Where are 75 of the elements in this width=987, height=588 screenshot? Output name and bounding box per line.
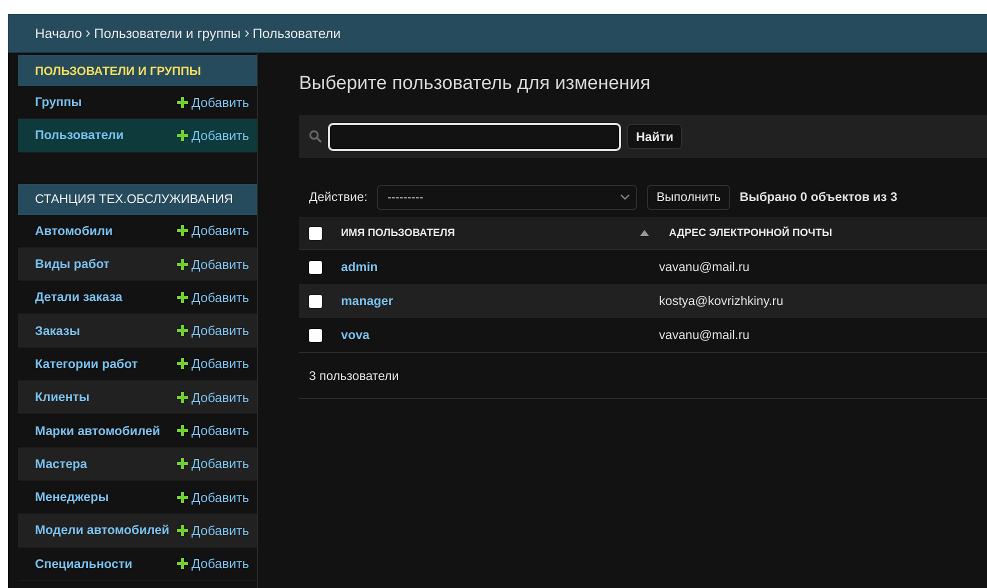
sidebar-link[interactable]: Клиенты	[35, 390, 90, 404]
search-field[interactable]	[328, 122, 621, 150]
sidebar-item[interactable]: Мастера Добавить	[18, 448, 257, 481]
sidebar-link[interactable]: Менеджеры	[35, 490, 109, 504]
plus-icon	[176, 458, 188, 470]
plus-icon	[176, 524, 188, 536]
plus-icon	[176, 492, 188, 503]
search-icon	[309, 130, 322, 143]
sidebar-link[interactable]: Специальности	[35, 556, 132, 571]
sidebar-link[interactable]: Пользователи	[35, 128, 124, 142]
sidebar-item[interactable]: Автомобили Добавить	[18, 214, 257, 248]
sidebar-link[interactable]: Модели автомобилей	[35, 523, 170, 538]
sidebar-item[interactable]: Виды работ Добавить	[18, 248, 257, 282]
add-link[interactable]: Добавить	[176, 522, 249, 538]
email-cell: kostya@kovrizhkiny.ru	[659, 294, 784, 308]
add-link[interactable]: Добавить	[176, 323, 249, 338]
action-label: Действие:	[309, 190, 368, 204]
breadcrumb-link[interactable]: Начало	[35, 26, 82, 40]
search-button[interactable]: Найти	[627, 124, 682, 149]
selection-counter: Выбрано 0 объектов из 3	[740, 190, 898, 204]
plus-icon	[176, 130, 188, 141]
add-link[interactable]: Добавить	[176, 223, 249, 238]
sort-ascending-icon[interactable]	[640, 230, 649, 236]
sidebar-link[interactable]: Детали заказа	[35, 290, 122, 304]
username-link[interactable]: vova	[341, 328, 370, 342]
result-count: 3 пользователи	[309, 368, 399, 382]
add-link[interactable]: Добавить	[176, 356, 249, 372]
plus-icon	[176, 258, 188, 270]
sidebar-link[interactable]: Автомобили	[35, 224, 113, 238]
plus-icon	[176, 392, 188, 403]
plus-icon	[176, 358, 188, 370]
checkbox[interactable]	[308, 226, 322, 240]
add-link[interactable]: Добавить	[176, 128, 249, 143]
add-link[interactable]: Добавить	[176, 556, 249, 572]
sidebar-item[interactable]: Модели автомобилей Добавить	[18, 514, 257, 548]
plus-icon	[176, 292, 188, 303]
add-link[interactable]: Добавить	[176, 390, 249, 405]
username-link[interactable]: admin	[341, 260, 378, 274]
plus-icon	[176, 96, 188, 108]
run-button[interactable]: Выполнить	[647, 184, 730, 210]
sidebar-section-title[interactable]: ПОЛЬЗОВАТЕЛИ И ГРУППЫ	[18, 55, 257, 86]
column-header[interactable]: ИМЯ ПОЛЬЗОВАТЕЛЯ	[331, 217, 659, 249]
sidebar-item[interactable]: Специальности Добавить	[18, 548, 257, 581]
chevron-right-icon	[244, 30, 249, 36]
add-link[interactable]: Добавить	[176, 456, 249, 472]
plus-icon	[176, 425, 188, 436]
action-select[interactable]: ---------	[377, 184, 638, 210]
add-link[interactable]: Добавить	[176, 423, 249, 438]
sidebar-section-title[interactable]: СТАНЦИЯ ТЕХ.ОБСЛУЖИВАНИЯ	[18, 184, 257, 215]
sidebar-item[interactable]: Пользователи Добавить	[18, 119, 257, 153]
plus-icon	[176, 225, 188, 236]
add-link[interactable]: Добавить	[176, 256, 249, 272]
checkbox[interactable]	[308, 328, 322, 342]
checkbox[interactable]	[308, 294, 322, 308]
sidebar-link[interactable]: Марки автомобилей	[35, 424, 160, 438]
email-cell: vavanu@mail.ru	[659, 260, 750, 274]
sidebar-link[interactable]: Виды работ	[35, 257, 110, 272]
checkbox[interactable]	[308, 260, 322, 274]
sidebar-item[interactable]: Клиенты Добавить	[18, 381, 257, 414]
sidebar-link[interactable]: Категории работ	[35, 356, 138, 371]
username-link[interactable]: manager	[341, 294, 394, 308]
sidebar-link[interactable]: Мастера	[35, 456, 88, 471]
add-link[interactable]: Добавить	[176, 490, 249, 505]
add-link[interactable]: Добавить	[176, 290, 249, 305]
add-link[interactable]: Добавить	[176, 94, 249, 110]
sidebar-item[interactable]: Заказы Добавить	[18, 314, 257, 348]
email-cell: vavanu@mail.ru	[659, 328, 750, 342]
chevron-right-icon	[86, 30, 90, 36]
plus-icon	[176, 558, 188, 570]
page-title: Выберите пользователь для изменения	[299, 73, 652, 95]
plus-icon	[176, 325, 188, 336]
sidebar-link[interactable]: Заказы	[35, 324, 80, 338]
sidebar-link[interactable]: Группы	[35, 95, 82, 110]
chevron-down-icon	[620, 194, 630, 200]
breadcrumb-link[interactable]: Пользователи и группы	[94, 26, 241, 40]
